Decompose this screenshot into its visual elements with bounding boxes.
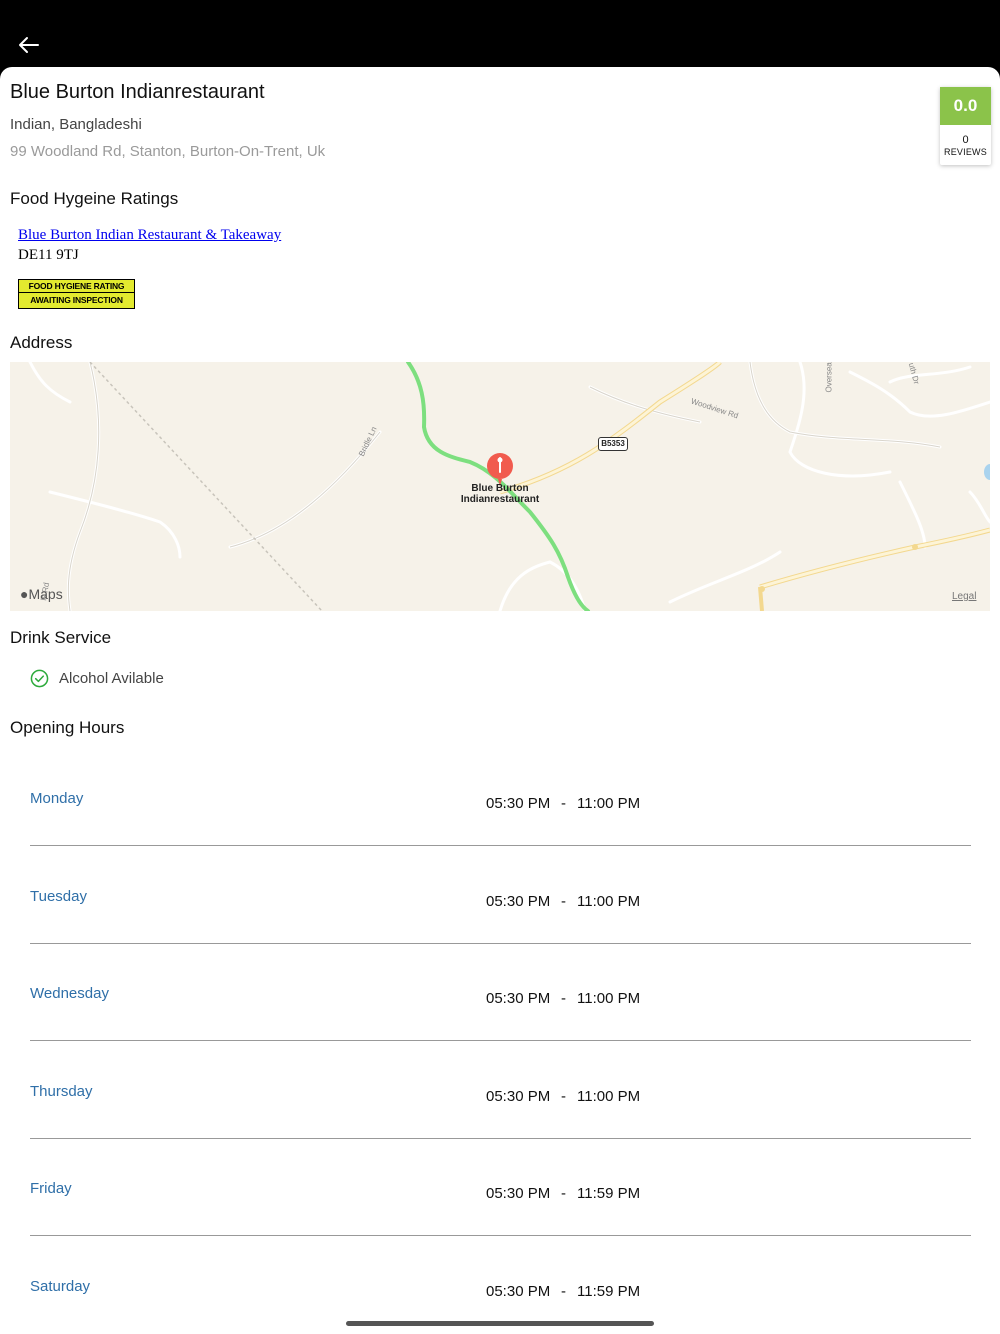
day-label: Wednesday <box>30 985 109 1002</box>
road-shield: B5353 <box>598 437 628 451</box>
day-label: Thursday <box>30 1083 93 1100</box>
reviews-label: REVIEWS <box>944 147 987 157</box>
restaurant-detail-sheet: Blue Burton Indianrestaurant Indian, Ban… <box>0 67 1000 1334</box>
maps-logo: ●Maps <box>20 586 63 602</box>
map-view[interactable]: Woodview Rd Bridle Ln Overseal uth Dr ls… <box>10 362 990 611</box>
rating-score: 0.0 <box>940 87 991 125</box>
open-time: 05:30 PM <box>486 990 551 1007</box>
food-hygiene-badge[interactable]: FOOD HYGIENE RATING AWAITING INSPECTION <box>18 279 135 309</box>
close-time: 11:00 PM <box>577 990 641 1007</box>
map-road-label: Overseal <box>824 362 834 393</box>
hours-row-thursday: Thursday 05:30 PM - 11:00 PM <box>30 1041 971 1139</box>
day-label: Tuesday <box>30 888 87 905</box>
map-pin-label-line1: Blue Burton <box>471 483 529 494</box>
back-button[interactable] <box>14 30 44 60</box>
map-legal-link[interactable]: Legal <box>952 591 976 602</box>
day-label: Friday <box>30 1180 72 1197</box>
opening-hours-title: Opening Hours <box>10 718 125 737</box>
reviews-count: 0 <box>962 134 969 146</box>
time-separator: - <box>561 990 566 1007</box>
open-time: 05:30 PM <box>486 1185 551 1202</box>
address-title: Address <box>10 333 73 352</box>
time-separator: - <box>561 893 566 910</box>
arrow-left-icon <box>19 37 39 53</box>
hours-row-friday: Friday 05:30 PM - 11:59 PM <box>30 1138 971 1236</box>
map-pin-label-line2: Indianrestaurant <box>460 494 540 505</box>
food-hygiene-link[interactable]: Blue Burton Indian Restaurant & Takeaway <box>18 227 281 244</box>
rating-card[interactable]: 0.0 0 REVIEWS <box>940 87 991 165</box>
drink-service-title: Drink Service <box>10 628 112 647</box>
check-circle-icon <box>30 669 49 688</box>
open-time: 05:30 PM <box>486 795 551 812</box>
home-indicator[interactable] <box>346 1321 654 1326</box>
hours-row-monday: Monday 05:30 PM - 11:00 PM <box>30 748 971 846</box>
time-separator: - <box>561 795 566 812</box>
food-hygiene-badge-top: FOOD HYGIENE RATING <box>19 280 134 293</box>
day-label: Saturday <box>30 1278 91 1295</box>
food-hygiene-title: Food Hygeine Ratings <box>10 189 179 208</box>
hours-row-tuesday: Tuesday 05:30 PM - 11:00 PM <box>30 846 971 944</box>
close-time: 11:00 PM <box>577 893 641 910</box>
close-time: 11:59 PM <box>577 1185 641 1202</box>
restaurant-address: 99 Woodland Rd, Stanton, Burton-On-Trent… <box>10 143 326 160</box>
day-label: Monday <box>30 790 84 807</box>
close-time: 11:00 PM <box>577 1088 641 1105</box>
alcohol-available-label: Alcohol Avilable <box>59 670 164 687</box>
close-time: 11:59 PM <box>577 1283 641 1300</box>
restaurant-cuisine: Indian, Bangladeshi <box>10 116 142 133</box>
close-time: 11:00 PM <box>577 795 641 812</box>
time-separator: - <box>561 1283 566 1300</box>
open-time: 05:30 PM <box>486 1088 551 1105</box>
open-time: 05:30 PM <box>486 893 551 910</box>
food-hygiene-badge-bottom: AWAITING INSPECTION <box>30 295 123 305</box>
food-hygiene-postcode: DE11 9TJ <box>18 247 79 263</box>
top-bar <box>0 0 1000 70</box>
restaurant-name: Blue Burton Indianrestaurant <box>10 81 265 103</box>
open-time: 05:30 PM <box>486 1283 551 1300</box>
time-separator: - <box>561 1185 566 1202</box>
time-separator: - <box>561 1088 566 1105</box>
hours-row-saturday: Saturday 05:30 PM - 11:59 PM <box>30 1236 971 1334</box>
hours-row-wednesday: Wednesday 05:30 PM - 11:00 PM <box>30 943 971 1041</box>
map-pin-label: Blue Burton Indianrestaurant <box>446 483 554 505</box>
alcohol-available-row: Alcohol Avilable <box>30 669 164 688</box>
